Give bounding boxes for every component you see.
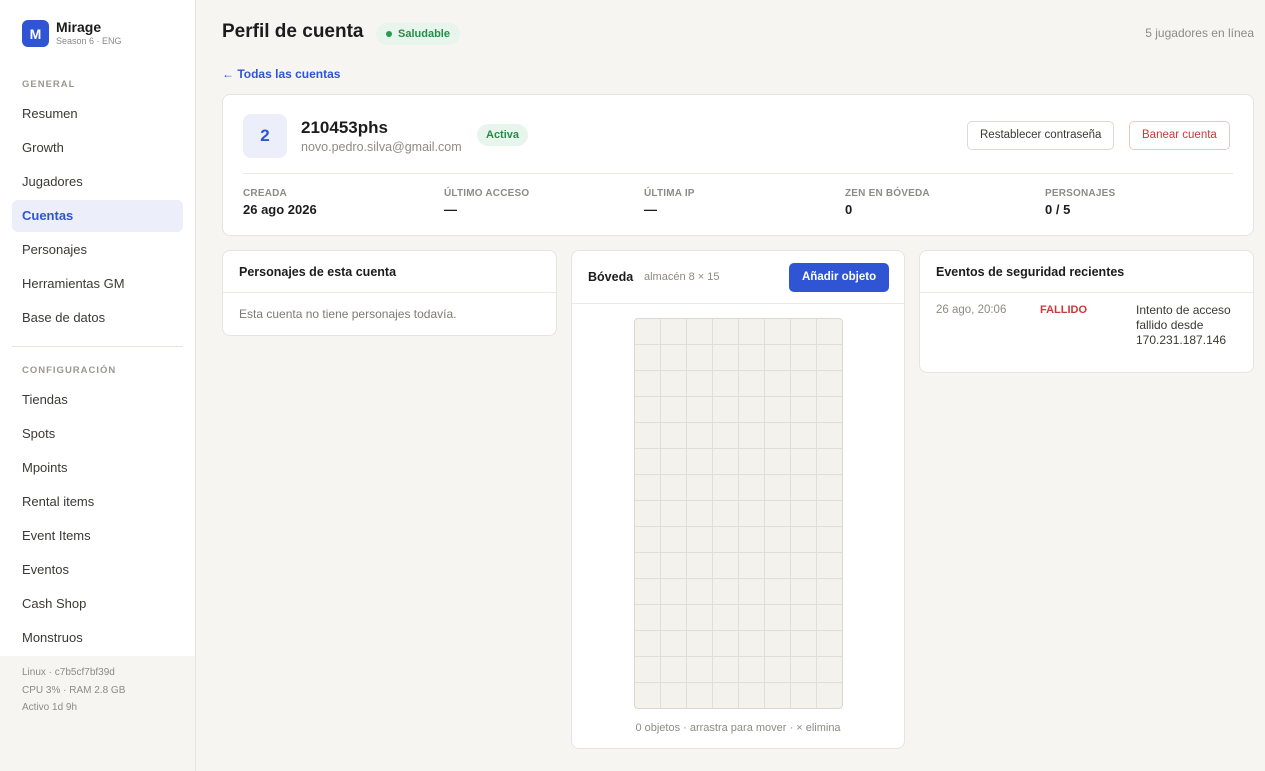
divider <box>920 292 1253 293</box>
stat-value: 0 / 5 <box>1045 202 1071 217</box>
system-status: Linux · c7b5cf7bf39d CPU 3% · RAM 2.8 GB… <box>0 656 195 771</box>
sidebar-item-rental-items[interactable]: Rental items <box>12 486 183 518</box>
stat-value: — <box>444 202 457 217</box>
sidebar-item-resumen[interactable]: Resumen <box>12 98 183 130</box>
status-dot-icon <box>386 31 392 37</box>
characters-empty-text: Esta cuenta no tiene personajes todavía. <box>239 307 457 321</box>
brand[interactable]: M Mirage Season 6 · ENG <box>22 20 122 47</box>
vault-grid[interactable] <box>634 318 843 709</box>
divider <box>223 292 556 293</box>
account-email: novo.pedro.silva@gmail.com <box>301 140 462 154</box>
event-status: FALLIDO <box>1040 304 1088 316</box>
divider <box>243 173 1233 174</box>
characters-card: Personajes de esta cuenta Esta cuenta no… <box>222 250 557 336</box>
event-time: 26 ago, 20:06 <box>936 304 1007 316</box>
avatar: 2 <box>243 114 287 158</box>
stat-vault-zen: ZEN EN BÓVEDA 0 <box>845 188 930 217</box>
stat-label: PERSONAJES <box>1045 188 1116 199</box>
nav-divider <box>12 346 183 347</box>
ban-account-button[interactable]: Banear cuenta <box>1129 121 1230 150</box>
sidebar-item-eventos[interactable]: Eventos <box>12 554 183 586</box>
sidebar-item-mpoints[interactable]: Mpoints <box>12 452 183 484</box>
stat-last-access: ÚLTIMO ACCESO — <box>444 188 529 217</box>
reset-password-button[interactable]: Restablecer contraseña <box>967 121 1115 150</box>
status-badge: Activa <box>477 124 529 146</box>
sidebar-item-jugadores[interactable]: Jugadores <box>12 166 183 198</box>
brand-subtitle: Season 6 · ENG <box>56 36 122 46</box>
event-description: Intento de acceso fallido desde 170.231.… <box>1136 303 1231 347</box>
add-item-button[interactable]: Añadir objeto <box>789 263 890 292</box>
nav-section-config: CONFIGURACIÓN <box>22 365 117 376</box>
security-title: Eventos de seguridad recientes <box>936 265 1125 279</box>
stat-label: CREADA <box>243 188 287 199</box>
vault-title: Bóveda <box>588 270 634 284</box>
security-events-card: Eventos de seguridad recientes 26 ago, 2… <box>919 250 1254 373</box>
system-uptime: Activo 1d 9h <box>22 702 78 713</box>
health-label: Saludable <box>398 28 450 40</box>
sidebar-item-herramientas-gm[interactable]: Herramientas GM <box>12 268 183 300</box>
account-username: 210453phs <box>301 118 388 137</box>
vault-card: Bóveda almacén 8 × 15 Añadir objeto 0 ob… <box>571 250 905 749</box>
brand-name: Mirage <box>56 19 102 35</box>
vault-footer: 0 objetos · arrastra para mover · × elim… <box>635 722 841 734</box>
sidebar-item-cash-shop[interactable]: Cash Shop <box>12 588 183 620</box>
sidebar-item-cuentas[interactable]: Cuentas <box>12 200 183 232</box>
sidebar-item-tiendas[interactable]: Tiendas <box>12 384 183 416</box>
sidebar-item-growth[interactable]: Growth <box>12 132 183 164</box>
stat-value: 26 ago 2026 <box>243 202 317 217</box>
account-card: 2 210453phs novo.pedro.silva@gmail.com A… <box>222 94 1254 236</box>
sidebar-item-base-de-datos[interactable]: Base de datos <box>12 302 183 334</box>
system-resources: CPU 3% · RAM 2.8 GB <box>22 684 126 696</box>
stat-characters: PERSONAJES 0 / 5 <box>1045 188 1115 217</box>
system-host: Linux · c7b5cf7bf39d <box>22 667 115 678</box>
stat-value: 0 <box>845 202 853 217</box>
page-title: Perfil de cuenta <box>222 21 364 42</box>
sidebar: M Mirage Season 6 · ENG GENERAL Resumen … <box>0 0 196 771</box>
vault-subtitle: almacén 8 × 15 <box>644 271 720 283</box>
nav-section-general: GENERAL <box>22 79 76 90</box>
brand-logo: M <box>22 20 49 47</box>
sidebar-item-event-items[interactable]: Event Items <box>12 520 183 552</box>
characters-title: Personajes de esta cuenta <box>239 265 397 279</box>
divider <box>572 303 904 304</box>
stat-label: ÚLTIMO ACCESO <box>444 188 530 199</box>
sidebar-item-spots[interactable]: Spots <box>12 418 183 450</box>
stat-last-ip: ÚLTIMA IP — <box>644 188 695 217</box>
online-players: 5 jugadores en línea <box>1145 26 1254 40</box>
sidebar-item-personajes[interactable]: Personajes <box>12 234 183 266</box>
stat-label: ÚLTIMA IP <box>644 188 695 199</box>
sidebar-item-monstruos[interactable]: Monstruos <box>12 622 183 654</box>
health-badge: Saludable <box>376 23 460 45</box>
stat-value: — <box>644 202 657 217</box>
stat-label: ZEN EN BÓVEDA <box>845 188 930 199</box>
back-to-accounts-link[interactable]: ← Todas las cuentas <box>222 67 340 81</box>
stat-created: CREADA 26 ago 2026 <box>243 188 317 217</box>
